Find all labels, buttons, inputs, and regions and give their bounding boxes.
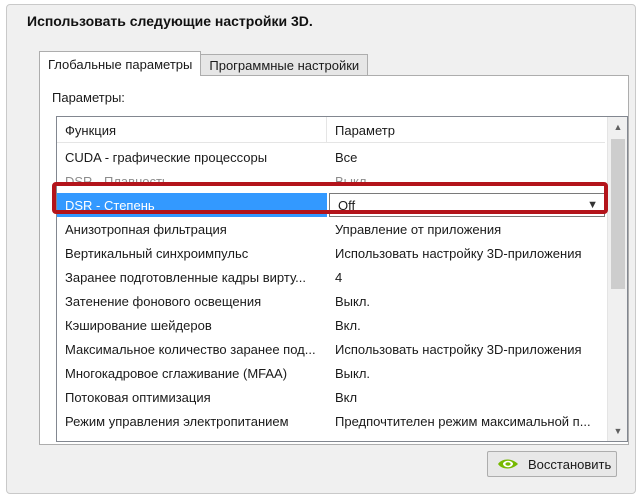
list-item[interactable]: Затенение фонового освещения Выкл. (57, 289, 605, 313)
setting-name: Вертикальный синхроимпульс (65, 245, 249, 261)
list-item[interactable]: Режим управления электропитанием Предпоч… (57, 409, 605, 433)
setting-value: Использовать настройку 3D-приложения (335, 245, 582, 261)
setting-value: Выкл. (335, 365, 371, 381)
list-item[interactable]: DSR - Плавность Выкл. (57, 169, 605, 193)
setting-name: Максимальное количество заранее под... (65, 341, 316, 357)
setting-value: Управление от приложения (335, 221, 502, 237)
list-rows: CUDA - графические процессоры Все DSR - … (57, 145, 605, 441)
list-item[interactable]: Потоковая оптимизация Вкл (57, 385, 605, 409)
setting-value: Предпочтителен режим максимальной п... (335, 413, 591, 429)
list-header: Функция Параметр (57, 117, 605, 143)
list-item[interactable]: Максимальное количество заранее под... И… (57, 337, 605, 361)
list-item-selected[interactable]: DSR - Степень Off ▼ (57, 193, 605, 217)
setting-name: DSR - Степень (57, 193, 327, 217)
list-item[interactable]: Вертикальный синхроимпульс Использовать … (57, 241, 605, 265)
setting-name: Заранее подготовленные кадры вирту... (65, 269, 306, 285)
setting-value: Вкл. (335, 317, 361, 333)
setting-value-dropdown[interactable]: Off ▼ (329, 193, 605, 217)
list-item[interactable]: CUDA - графические процессоры Все (57, 145, 605, 169)
setting-value: Выкл. (335, 293, 371, 309)
setting-name: CUDA - графические процессоры (65, 149, 268, 165)
setting-value: Выкл. (335, 173, 371, 189)
list-item[interactable]: Кэширование шейдеров Вкл. (57, 313, 605, 337)
dropdown-arrow-icon[interactable]: ▼ (587, 199, 598, 211)
setting-name: Кэширование шейдеров (65, 317, 212, 333)
setting-name: Режим управления электропитанием (65, 413, 289, 429)
list-item-partial[interactable] (57, 433, 605, 441)
tab-bar: Глобальные параметры Программные настрой… (39, 51, 369, 76)
chevron-up-icon[interactable]: ▲ (608, 117, 627, 137)
settings-list: Функция Параметр CUDA - графические проц… (56, 116, 628, 442)
page-title: Использовать следующие настройки 3D. (27, 13, 313, 29)
list-item[interactable]: Заранее подготовленные кадры вирту... 4 (57, 265, 605, 289)
setting-value: Вкл (335, 389, 358, 405)
setting-name: Затенение фонового освещения (65, 293, 262, 309)
list-item[interactable]: Анизотропная фильтрация Управление от пр… (57, 217, 605, 241)
list-item[interactable]: Многокадровое сглаживание (MFAA) Выкл. (57, 361, 605, 385)
nvidia-logo-icon (498, 459, 518, 469)
setting-name: Многокадровое сглаживание (MFAA) (65, 365, 288, 381)
setting-value: 4 (335, 269, 343, 285)
tab-panel: Параметры: Функция Параметр CUDA - графи… (39, 75, 629, 445)
chevron-down-icon[interactable]: ▼ (608, 421, 627, 441)
restore-button-label: Восстановить (528, 456, 612, 472)
parameters-label: Параметры: (52, 90, 125, 105)
settings-window: Использовать следующие настройки 3D. Гло… (6, 4, 636, 494)
setting-name: DSR - Плавность (65, 173, 169, 189)
setting-value: Все (335, 149, 358, 165)
tab-global-settings[interactable]: Глобальные параметры (39, 51, 202, 76)
setting-name: Анизотропная фильтрация (65, 221, 227, 237)
setting-value: Использовать настройку 3D-приложения (335, 341, 582, 357)
tab-program-settings[interactable]: Программные настройки (200, 54, 369, 76)
restore-button[interactable]: Восстановить (487, 451, 617, 477)
column-header-parameter[interactable]: Параметр (327, 117, 605, 143)
vertical-scrollbar[interactable]: ▲ ▼ (607, 117, 627, 441)
dropdown-value: Off (338, 197, 356, 213)
scrollbar-thumb[interactable] (611, 139, 625, 289)
setting-name: Потоковая оптимизация (65, 389, 211, 405)
column-header-function[interactable]: Функция (57, 117, 327, 143)
